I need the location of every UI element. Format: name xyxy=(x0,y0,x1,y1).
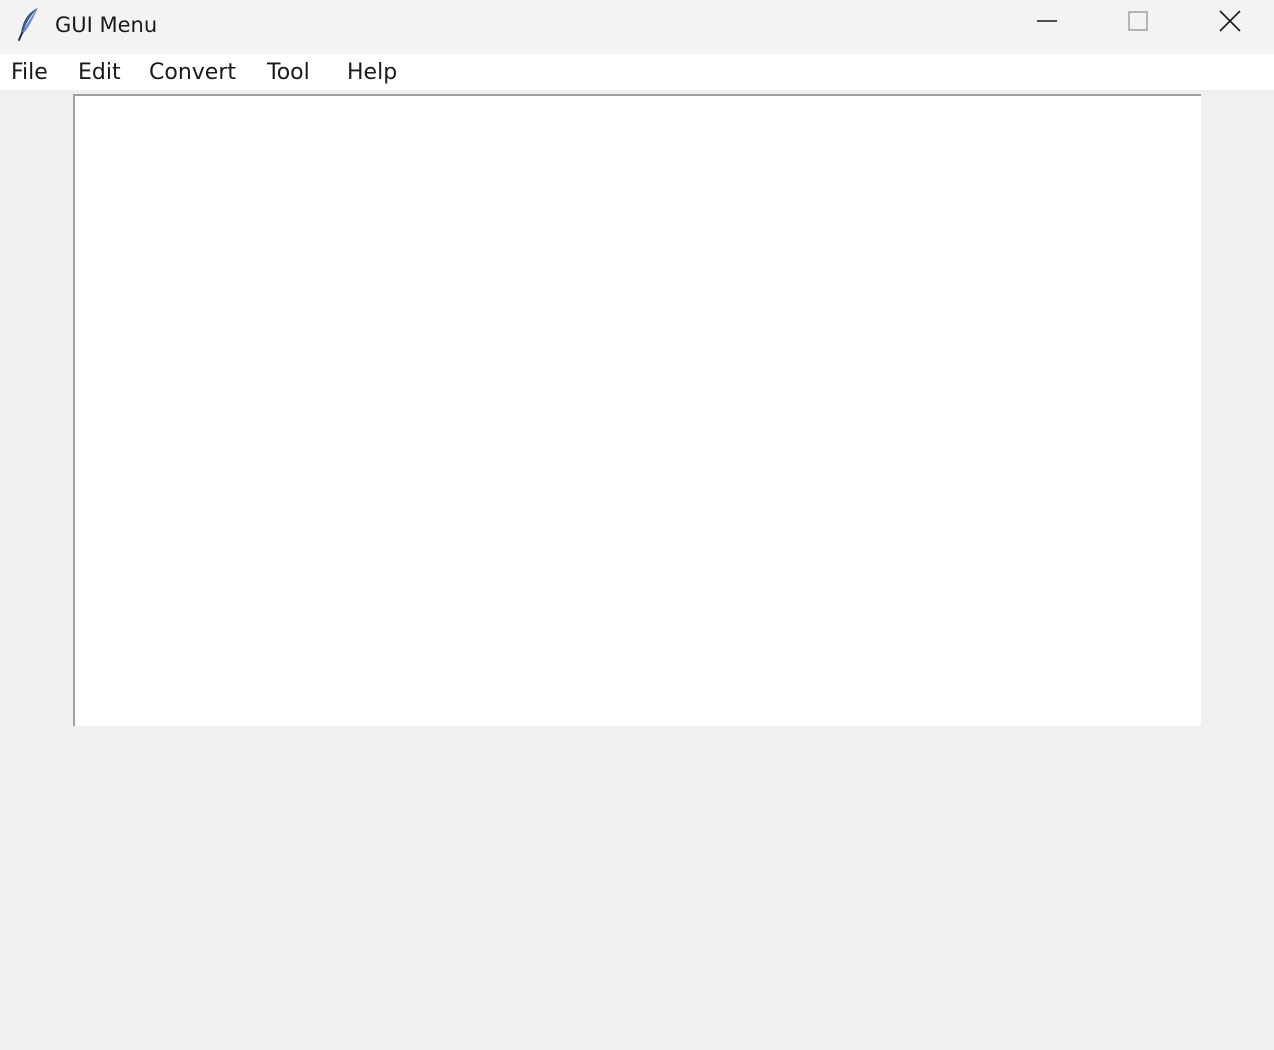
menu-help[interactable]: Help xyxy=(347,59,397,87)
close-icon xyxy=(1218,9,1242,37)
minimize-button[interactable] xyxy=(1001,0,1093,46)
menu-bar: File Edit Convert Tool Help xyxy=(0,54,1274,90)
window-title: GUI Menu xyxy=(55,13,158,37)
menu-convert[interactable]: Convert xyxy=(149,59,236,87)
title-bar[interactable]: GUI Menu xyxy=(0,0,1274,54)
feather-icon xyxy=(14,6,44,42)
maximize-icon xyxy=(1127,10,1149,36)
menu-edit[interactable]: Edit xyxy=(78,59,121,87)
menu-tool[interactable]: Tool xyxy=(267,59,310,87)
app-window: GUI Menu File Edit Convert Tool Help xyxy=(0,0,1274,1050)
drawing-canvas[interactable] xyxy=(73,94,1201,726)
close-button[interactable] xyxy=(1184,0,1274,46)
minimize-icon xyxy=(1036,10,1058,36)
menu-file[interactable]: File xyxy=(11,59,48,87)
maximize-button[interactable] xyxy=(1092,0,1184,46)
